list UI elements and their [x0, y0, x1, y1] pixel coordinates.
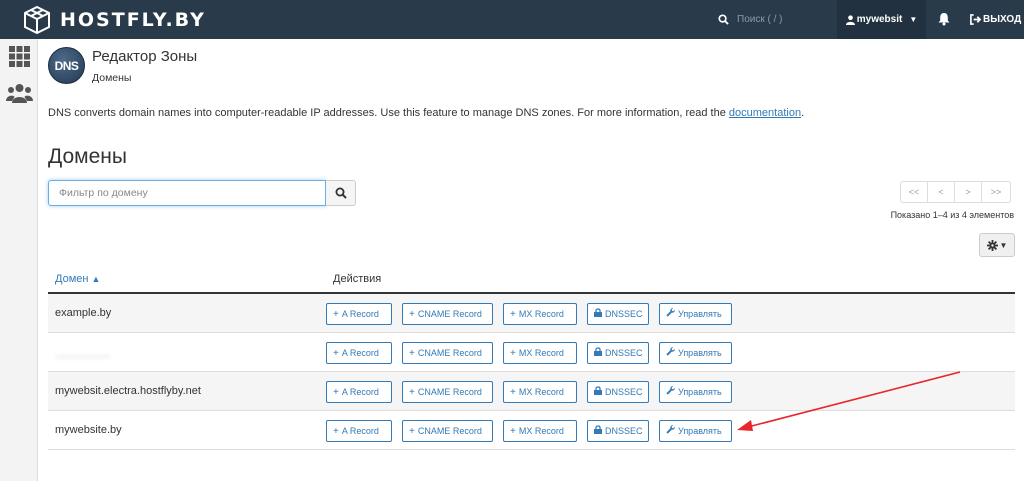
annotation-arrow [737, 371, 961, 431]
